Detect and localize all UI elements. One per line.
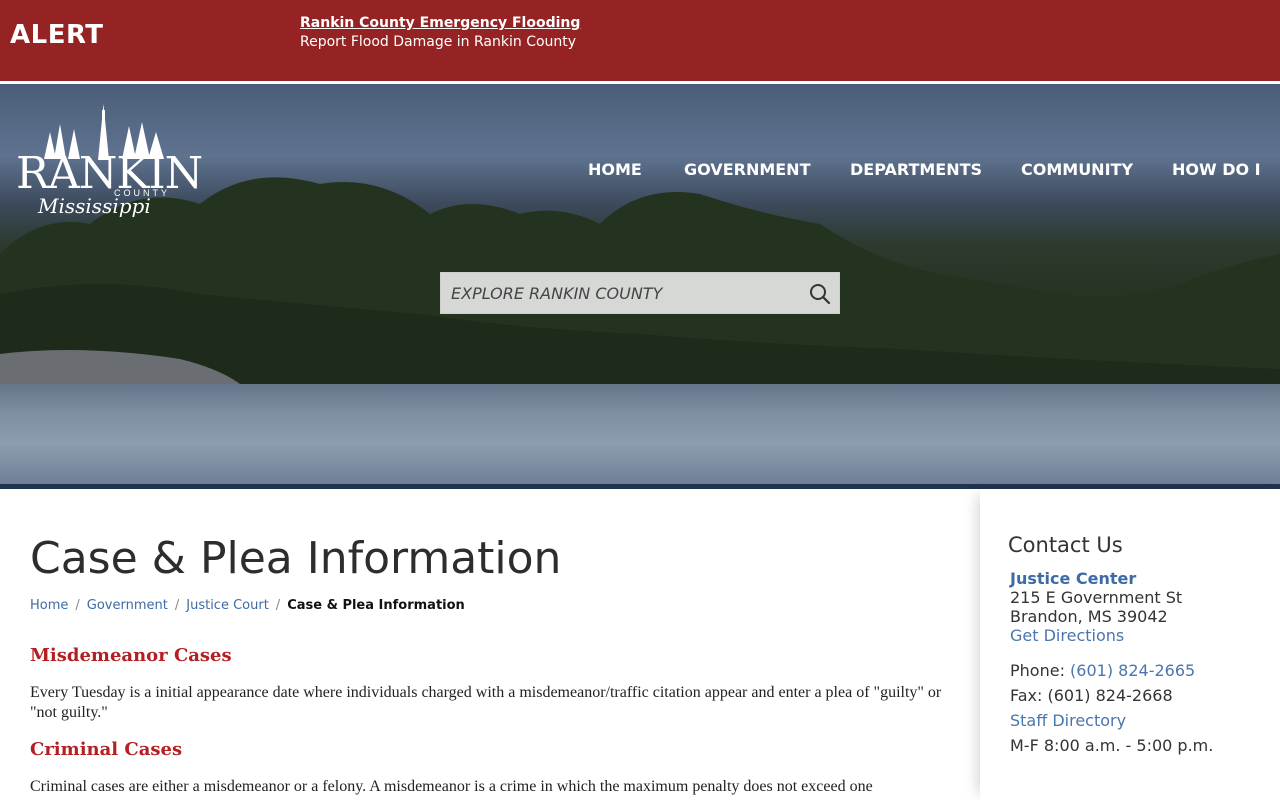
contact-address-line2: Brandon, MS 39042 (1010, 607, 1168, 626)
search-input[interactable] (441, 273, 801, 313)
contact-org-link[interactable]: Justice Center (1010, 569, 1136, 588)
phone-label: Phone: (1010, 661, 1065, 680)
contact-phone: Phone: (601) 824-2665 (1010, 661, 1195, 680)
breadcrumb-government[interactable]: Government (87, 598, 168, 613)
alert-label: ALERT (10, 20, 104, 50)
contact-address-line1: 215 E Government St (1010, 588, 1183, 607)
breadcrumb-justice-court[interactable]: Justice Court (186, 598, 269, 613)
contact-sidebar: Contact Us Justice Center 215 E Governme… (980, 489, 1280, 800)
alert-link[interactable]: Rankin County Emergency Flooding (300, 15, 580, 31)
alert-bar: ALERT Rankin County Emergency Flooding R… (0, 0, 1280, 81)
section-heading-misdemeanor: Misdemeanor Cases (30, 645, 232, 666)
contact-title: Contact Us (1008, 533, 1123, 557)
staff-directory-link[interactable]: Staff Directory (1010, 711, 1126, 730)
alert-subtext: Report Flood Damage in Rankin County (300, 34, 577, 50)
phone-link[interactable]: (601) 824-2665 (1070, 661, 1195, 680)
site-search (440, 272, 840, 314)
breadcrumb-separator: / (75, 598, 80, 613)
contact-hours: M-F 8:00 a.m. - 5:00 p.m. (1010, 736, 1214, 755)
breadcrumb-current: Case & Plea Information (287, 598, 465, 613)
search-icon[interactable] (805, 279, 835, 309)
nav-departments[interactable]: DEPARTMENTS (850, 160, 982, 179)
logo-state: Mississippi (38, 194, 151, 218)
get-directions-link[interactable]: Get Directions (1010, 626, 1124, 645)
section-heading-criminal: Criminal Cases (30, 739, 183, 760)
breadcrumb: Home / Government / Justice Court / Case & Ple… (30, 598, 465, 613)
breadcrumb-separator: / (174, 598, 180, 613)
nav-home[interactable]: HOME (588, 160, 642, 179)
nav-government[interactable]: GOVERNMENT (684, 160, 810, 179)
page-title: Case & Plea Information (30, 533, 562, 584)
nav-community[interactable]: COMMUNITY (1021, 160, 1133, 179)
section-text-criminal: Criminal cases are either a misdemeanor … (30, 778, 873, 795)
main-nav: HOME GOVERNMENT DEPARTMENTS COMMUNITY HO… (0, 160, 1280, 184)
breadcrumb-home[interactable]: Home (30, 598, 68, 613)
breadcrumb-separator: / (275, 598, 281, 613)
contact-fax: Fax: (601) 824-2668 (1010, 686, 1173, 705)
section-text-misdemeanor: Every Tuesday is a initial appearance da… (30, 684, 942, 721)
nav-how-do-i[interactable]: HOW DO I (1172, 160, 1261, 179)
